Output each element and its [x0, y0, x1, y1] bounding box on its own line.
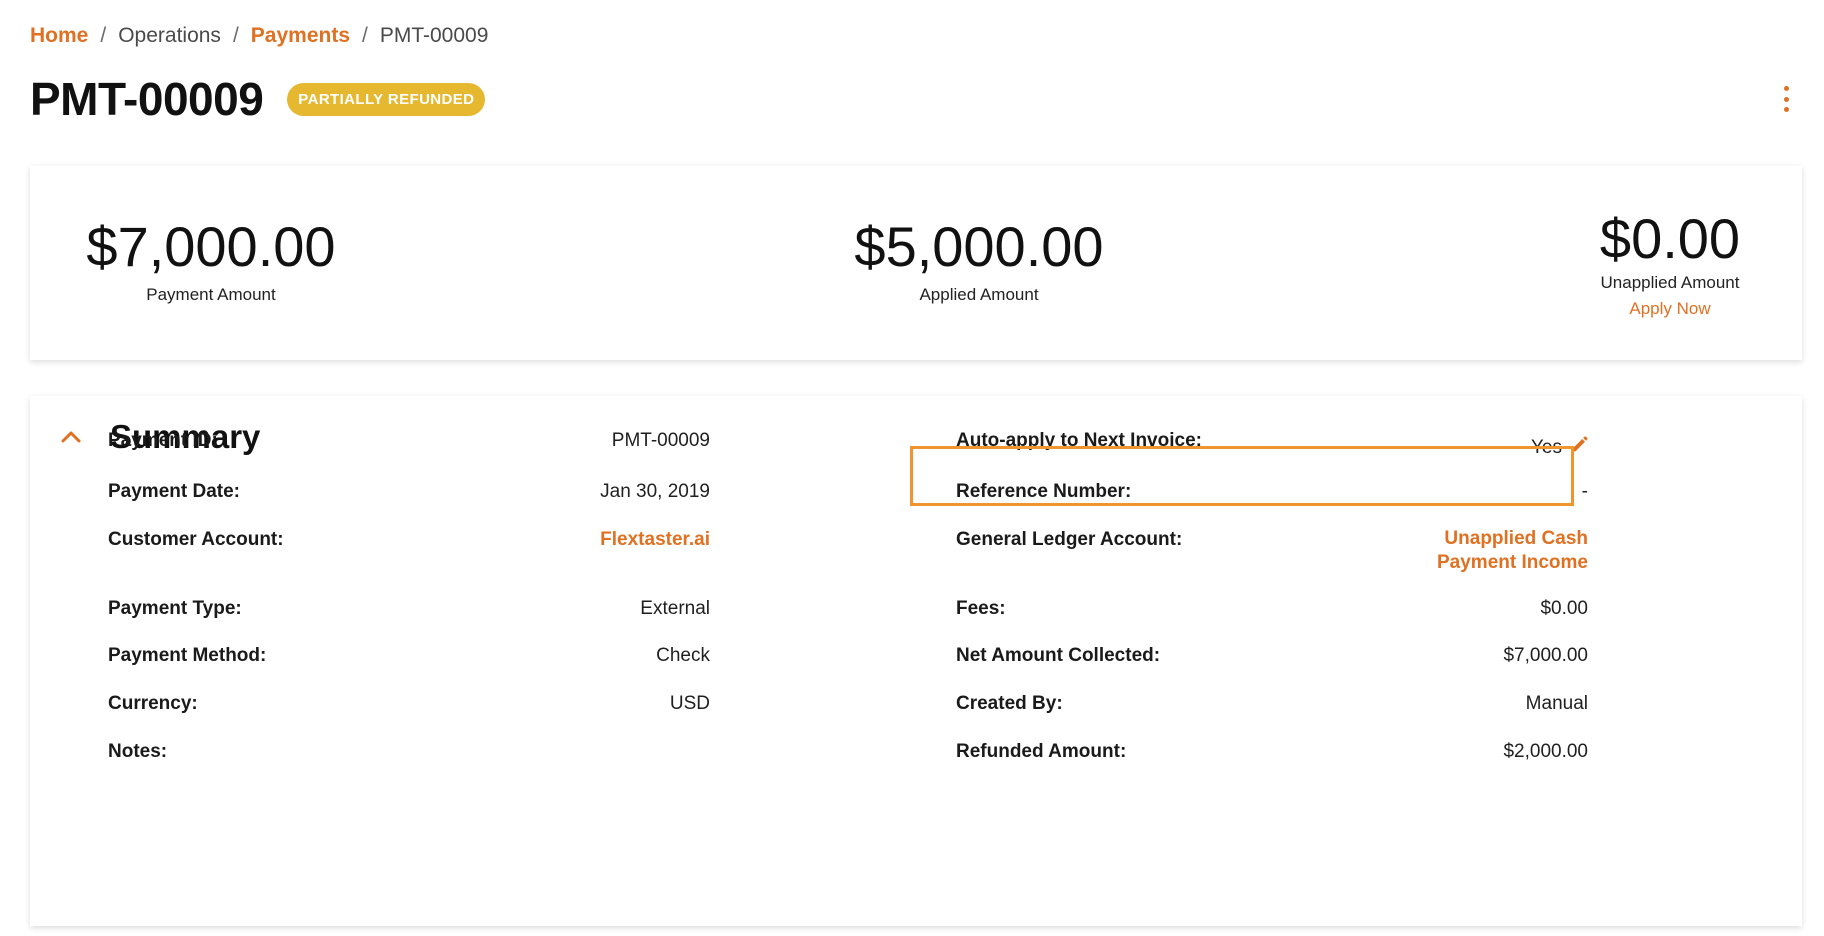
- field-value: $2,000.00: [1503, 741, 1588, 762]
- page-title: PMT-00009: [30, 73, 264, 125]
- refunded-amount-highlight: [910, 446, 1574, 506]
- unapplied-amount-label: Unapplied Amount: [1600, 273, 1740, 292]
- breadcrumb: Home / Operations / Payments / PMT-00009: [30, 24, 488, 48]
- field-label: Fees:: [956, 598, 1006, 619]
- field-payment-method: Payment Method: Check: [108, 645, 710, 667]
- customer-account-link[interactable]: Flextaster.ai: [600, 529, 710, 551]
- field-value: Manual: [1525, 693, 1588, 714]
- field-payment-id: Payment ID: PMT-00009: [108, 430, 710, 452]
- payment-amount-value: $7,000.00: [86, 215, 336, 278]
- field-refunded-amount: Refunded Amount: $2,000.00: [956, 741, 1588, 763]
- gl-account-values: Unapplied Cash Payment Income: [1437, 527, 1588, 575]
- field-label: Currency:: [108, 693, 198, 714]
- breadcrumb-operations: Operations: [118, 24, 221, 47]
- field-label: Payment Date:: [108, 481, 240, 502]
- field-notes: Notes:: [108, 741, 710, 763]
- field-label: Payment ID:: [108, 430, 218, 451]
- field-value: PMT-00009: [611, 430, 710, 451]
- payment-amount: $7,000.00 Payment Amount: [64, 214, 358, 305]
- breadcrumb-separator: /: [100, 24, 107, 47]
- field-payment-date: Payment Date: Jan 30, 2019: [108, 481, 710, 503]
- field-general-ledger-account: General Ledger Account: Unapplied Cash P…: [956, 527, 1588, 575]
- field-label: Net Amount Collected:: [956, 645, 1161, 666]
- field-label: General Ledger Account:: [956, 529, 1183, 550]
- field-value: $7,000.00: [1503, 645, 1588, 666]
- breadcrumb-payments[interactable]: Payments: [251, 24, 350, 48]
- breadcrumb-separator: /: [362, 24, 368, 47]
- field-net-amount-collected: Net Amount Collected: $7,000.00: [956, 645, 1588, 667]
- field-payment-type: Payment Type: External: [108, 598, 710, 620]
- breadcrumb-current: PMT-00009: [379, 24, 489, 47]
- payment-detail-page: Home / Operations / Payments / PMT-00009…: [0, 0, 1824, 936]
- gl-payment-income-link[interactable]: Payment Income: [1437, 551, 1588, 575]
- field-created-by: Created By: Manual: [956, 693, 1588, 715]
- field-label: Refunded Amount:: [956, 741, 1127, 762]
- applied-amount: $5,000.00 Applied Amount: [832, 214, 1126, 305]
- gl-unapplied-cash-link[interactable]: Unapplied Cash: [1437, 527, 1588, 551]
- kebab-menu-icon[interactable]: [1780, 86, 1792, 112]
- field-customer-account: Customer Account: Flextaster.ai: [108, 529, 710, 551]
- payment-amount-label: Payment Amount: [146, 285, 276, 304]
- title-row: PMT-00009 PARTIALLY REFUNDED: [30, 72, 486, 126]
- field-value: -: [1581, 481, 1588, 502]
- apply-now-link[interactable]: Apply Now: [1570, 299, 1770, 319]
- field-currency: Currency: USD: [108, 693, 710, 715]
- field-value: USD: [669, 693, 710, 714]
- unapplied-amount-value: $0.00: [1599, 207, 1741, 270]
- breadcrumb-home[interactable]: Home: [30, 24, 88, 48]
- field-label: Payment Method:: [108, 645, 267, 666]
- field-value: $0.00: [1540, 598, 1588, 619]
- field-label: Payment Type:: [108, 598, 242, 619]
- chevron-up-icon[interactable]: [60, 426, 82, 448]
- field-value: External: [640, 598, 710, 619]
- unapplied-amount: $0.00 Unapplied Amount Apply Now: [1570, 206, 1770, 319]
- field-label: Notes:: [108, 741, 168, 762]
- applied-amount-value: $5,000.00: [854, 215, 1104, 278]
- breadcrumb-separator: /: [232, 24, 239, 47]
- applied-amount-label: Applied Amount: [919, 285, 1039, 304]
- field-label: Customer Account:: [108, 529, 284, 550]
- status-badge: PARTIALLY REFUNDED: [287, 82, 486, 116]
- amounts-card: $7,000.00 Payment Amount $5,000.00 Appli…: [30, 166, 1802, 360]
- field-label: Created By:: [956, 693, 1063, 714]
- field-fees: Fees: $0.00: [956, 598, 1588, 620]
- field-value: Jan 30, 2019: [600, 481, 710, 502]
- field-value: Check: [656, 645, 710, 666]
